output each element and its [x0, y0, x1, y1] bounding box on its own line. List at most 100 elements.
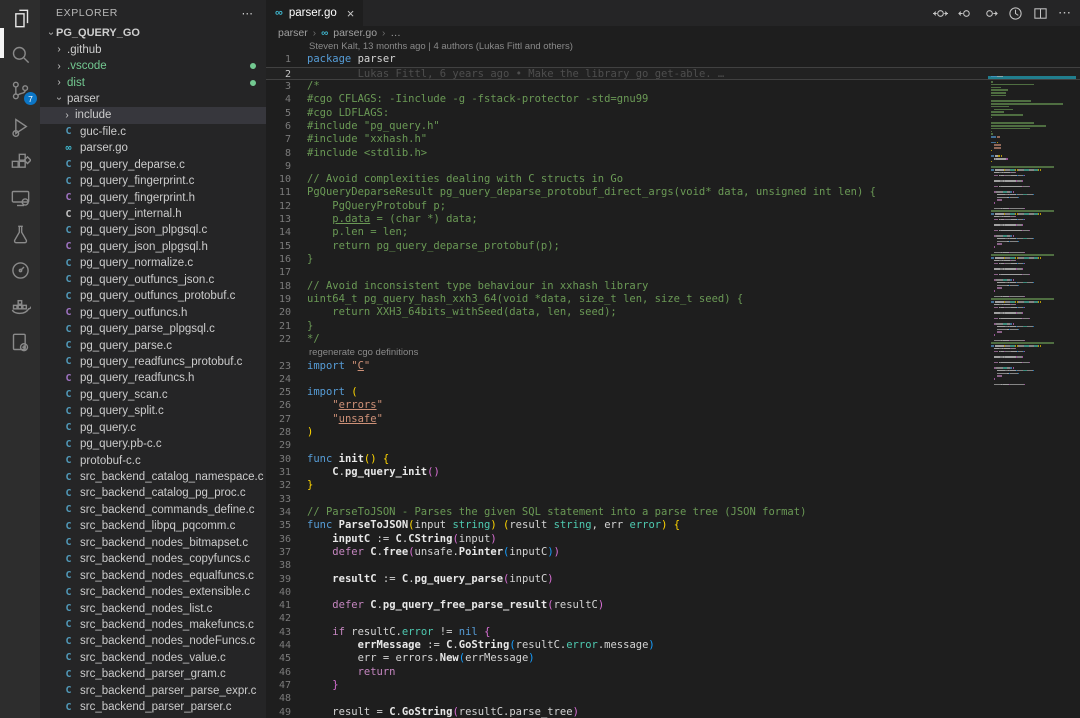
code-line-34[interactable]: 34// ParseToJSON - Parses the given SQL … — [266, 506, 1080, 519]
file-item-pg_query_deparse.c[interactable]: Cpg_query_deparse.c — [40, 157, 266, 173]
code-line-39[interactable]: 39 resultC := C.pg_query_parse(inputC) — [266, 573, 1080, 586]
file-item-src_backend_catalog_namespace.c[interactable]: Csrc_backend_catalog_namespace.c — [40, 469, 266, 485]
file-item-pg_query_fingerprint.c[interactable]: Cpg_query_fingerprint.c — [40, 173, 266, 189]
file-item-pg_query.pb-c.c[interactable]: Cpg_query.pb-c.c — [40, 436, 266, 452]
docker-icon[interactable] — [0, 288, 40, 324]
code-line-30[interactable]: 30func init() { — [266, 453, 1080, 466]
breadcrumb-file[interactable]: parser.go — [333, 27, 377, 39]
code-line-20[interactable]: 20 return XXH3_64bits_withSeed(data, len… — [266, 306, 1080, 319]
close-icon[interactable]: × — [347, 6, 355, 21]
file-item-pg_query.c[interactable]: Cpg_query.c — [40, 420, 266, 436]
file-item-pg_query_normalize.c[interactable]: Cpg_query_normalize.c — [40, 255, 266, 271]
code-line-32[interactable]: 32} — [266, 479, 1080, 492]
code-line-21[interactable]: 21} — [266, 320, 1080, 333]
code-line-31[interactable]: 31 C.pg_query_init() — [266, 466, 1080, 479]
code-line-36[interactable]: 36 inputC := C.CString(input) — [266, 533, 1080, 546]
file-item-src_backend_libpq_pqcomm.c[interactable]: Csrc_backend_libpq_pqcomm.c — [40, 518, 266, 534]
code-line-7[interactable]: 7#include "xxhash.h" — [266, 133, 1080, 146]
code-line-13[interactable]: 13 p.data = (char *) data; — [266, 213, 1080, 226]
file-item-parser.go[interactable]: ∞parser.go — [40, 140, 266, 156]
file-item-pg_query_readfuncs_protobuf.c[interactable]: Cpg_query_readfuncs_protobuf.c — [40, 354, 266, 370]
file-item-src_backend_nodes_equalfuncs.c[interactable]: Csrc_backend_nodes_equalfuncs.c — [40, 567, 266, 583]
run-and-debug-icon[interactable] — [0, 108, 40, 144]
timeline-icon[interactable] — [1008, 6, 1023, 21]
search-icon[interactable] — [0, 36, 40, 72]
code-line-18[interactable]: 18// Avoid inconsistent type behaviour i… — [266, 280, 1080, 293]
file-item-pg_query_fingerprint.h[interactable]: Cpg_query_fingerprint.h — [40, 189, 266, 205]
file-item-src_backend_parser_parser.c[interactable]: Csrc_backend_parser_parser.c — [40, 699, 266, 715]
file-item-src_backend_nodes_copyfuncs.c[interactable]: Csrc_backend_nodes_copyfuncs.c — [40, 551, 266, 567]
code-line-37[interactable]: 37 defer C.free(unsafe.Pointer(inputC)) — [266, 546, 1080, 559]
code-line-12[interactable]: 12 PgQueryProtobuf p; — [266, 200, 1080, 213]
code-line-5[interactable]: 5#cgo LDFLAGS: — [266, 107, 1080, 120]
code-line-42[interactable]: 42 — [266, 612, 1080, 625]
file-item-pg_query_json_plpgsql.c[interactable]: Cpg_query_json_plpgsql.c — [40, 222, 266, 238]
file-item-src_backend_catalog_pg_proc.c[interactable]: Csrc_backend_catalog_pg_proc.c — [40, 485, 266, 501]
codelens-action[interactable]: regenerate cgo definitions — [266, 346, 1080, 359]
gitlens-compare-icon[interactable] — [933, 6, 948, 21]
file-item-pg_query_outfuncs.h[interactable]: Cpg_query_outfuncs.h — [40, 304, 266, 320]
code-line-17[interactable]: 17 — [266, 266, 1080, 279]
file-item-pg_query_internal.h[interactable]: Cpg_query_internal.h — [40, 206, 266, 222]
file-item-src_backend_commands_define.c[interactable]: Csrc_backend_commands_define.c — [40, 502, 266, 518]
code-line-6[interactable]: 6#include "pg_query.h" — [266, 120, 1080, 133]
file-item-src_backend_nodes_bitmapset.c[interactable]: Csrc_backend_nodes_bitmapset.c — [40, 535, 266, 551]
remote-explorer-icon[interactable] — [0, 180, 40, 216]
code-line-35[interactable]: 35func ParseToJSON(input string) (result… — [266, 519, 1080, 532]
folder-item-parser[interactable]: ›parser — [40, 91, 266, 107]
code-editor[interactable]: Steven Kalt, 13 months ago | 4 authors (… — [266, 40, 1080, 718]
code-line-1[interactable]: 1package parser — [266, 53, 1080, 66]
folder-item-.github[interactable]: ›.github — [40, 41, 266, 57]
file-item-src_backend_parser_gram.c[interactable]: Csrc_backend_parser_gram.c — [40, 666, 266, 682]
code-line-3[interactable]: 3/* — [266, 80, 1080, 93]
more-actions-icon[interactable]: ⋯ — [1058, 5, 1072, 21]
file-item-pg_query_parse_plpgsql.c[interactable]: Cpg_query_parse_plpgsql.c — [40, 321, 266, 337]
file-item-pg_query_outfuncs_json.c[interactable]: Cpg_query_outfuncs_json.c — [40, 272, 266, 288]
folder-item-dist[interactable]: ›dist — [40, 74, 266, 90]
code-line-8[interactable]: 8#include <stdlib.h> — [266, 147, 1080, 160]
code-line-9[interactable]: 9 — [266, 160, 1080, 173]
explorer-icon[interactable] — [0, 0, 40, 36]
file-item-pg_query_scan.c[interactable]: Cpg_query_scan.c — [40, 387, 266, 403]
folder-item-include[interactable]: ›include — [40, 107, 266, 123]
code-line-2[interactable]: 2 Lukas Fittl, 6 years ago • Make the li… — [266, 67, 1080, 80]
file-item-src_backend_nodes_makefuncs.c[interactable]: Csrc_backend_nodes_makefuncs.c — [40, 617, 266, 633]
file-item-src_backend_nodes_value.c[interactable]: Csrc_backend_nodes_value.c — [40, 650, 266, 666]
code-line-38[interactable]: 38 — [266, 559, 1080, 572]
code-line-19[interactable]: 19uint64_t pg_query_hash_xxh3_64(void *d… — [266, 293, 1080, 306]
file-item-pg_query_outfuncs_protobuf.c[interactable]: Cpg_query_outfuncs_protobuf.c — [40, 288, 266, 304]
file-item-pg_query_split.c[interactable]: Cpg_query_split.c — [40, 403, 266, 419]
code-line-23[interactable]: 23import "C" — [266, 360, 1080, 373]
code-line-40[interactable]: 40 — [266, 586, 1080, 599]
extensions-icon[interactable] — [0, 144, 40, 180]
file-item-src_backend_nodes_extensible.c[interactable]: Csrc_backend_nodes_extensible.c — [40, 584, 266, 600]
code-line-45[interactable]: 45 err = errors.New(errMessage) — [266, 652, 1080, 665]
file-item-src_backend_nodes_nodeFuncs.c[interactable]: Csrc_backend_nodes_nodeFuncs.c — [40, 633, 266, 649]
gitlens-next-change-icon[interactable] — [983, 6, 998, 21]
breadcrumb-folder[interactable]: parser — [278, 27, 308, 39]
code-line-49[interactable]: 49 result = C.GoString(resultC.parse_tre… — [266, 706, 1080, 718]
code-line-27[interactable]: 27 "unsafe" — [266, 413, 1080, 426]
code-line-22[interactable]: 22*/ — [266, 333, 1080, 346]
gitlens-icon[interactable] — [0, 252, 40, 288]
file-item-src_backend_parser_parse_expr.c[interactable]: Csrc_backend_parser_parse_expr.c — [40, 683, 266, 699]
split-editor-icon[interactable] — [1033, 6, 1048, 21]
file-item-src_backend_nodes_list.c[interactable]: Csrc_backend_nodes_list.c — [40, 600, 266, 616]
code-line-47[interactable]: 47 } — [266, 679, 1080, 692]
file-item-pg_query_json_plpgsql.h[interactable]: Cpg_query_json_plpgsql.h — [40, 239, 266, 255]
project-manager-icon[interactable] — [0, 324, 40, 360]
code-line-44[interactable]: 44 errMessage := C.GoString(resultC.erro… — [266, 639, 1080, 652]
code-line-24[interactable]: 24 — [266, 373, 1080, 386]
code-line-26[interactable]: 26 "errors" — [266, 399, 1080, 412]
file-item-guc-file.c[interactable]: Cguc-file.c — [40, 124, 266, 140]
code-line-15[interactable]: 15 return pg_query_deparse_protobuf(p); — [266, 240, 1080, 253]
code-line-16[interactable]: 16} — [266, 253, 1080, 266]
code-line-46[interactable]: 46 return — [266, 666, 1080, 679]
code-line-25[interactable]: 25import ( — [266, 386, 1080, 399]
code-line-29[interactable]: 29 — [266, 439, 1080, 452]
minimap[interactable] — [988, 75, 1080, 390]
code-line-10[interactable]: 10// Avoid complexities dealing with C s… — [266, 173, 1080, 186]
code-line-33[interactable]: 33 — [266, 493, 1080, 506]
code-line-28[interactable]: 28) — [266, 426, 1080, 439]
folder-item-.vscode[interactable]: ›.vscode — [40, 58, 266, 74]
